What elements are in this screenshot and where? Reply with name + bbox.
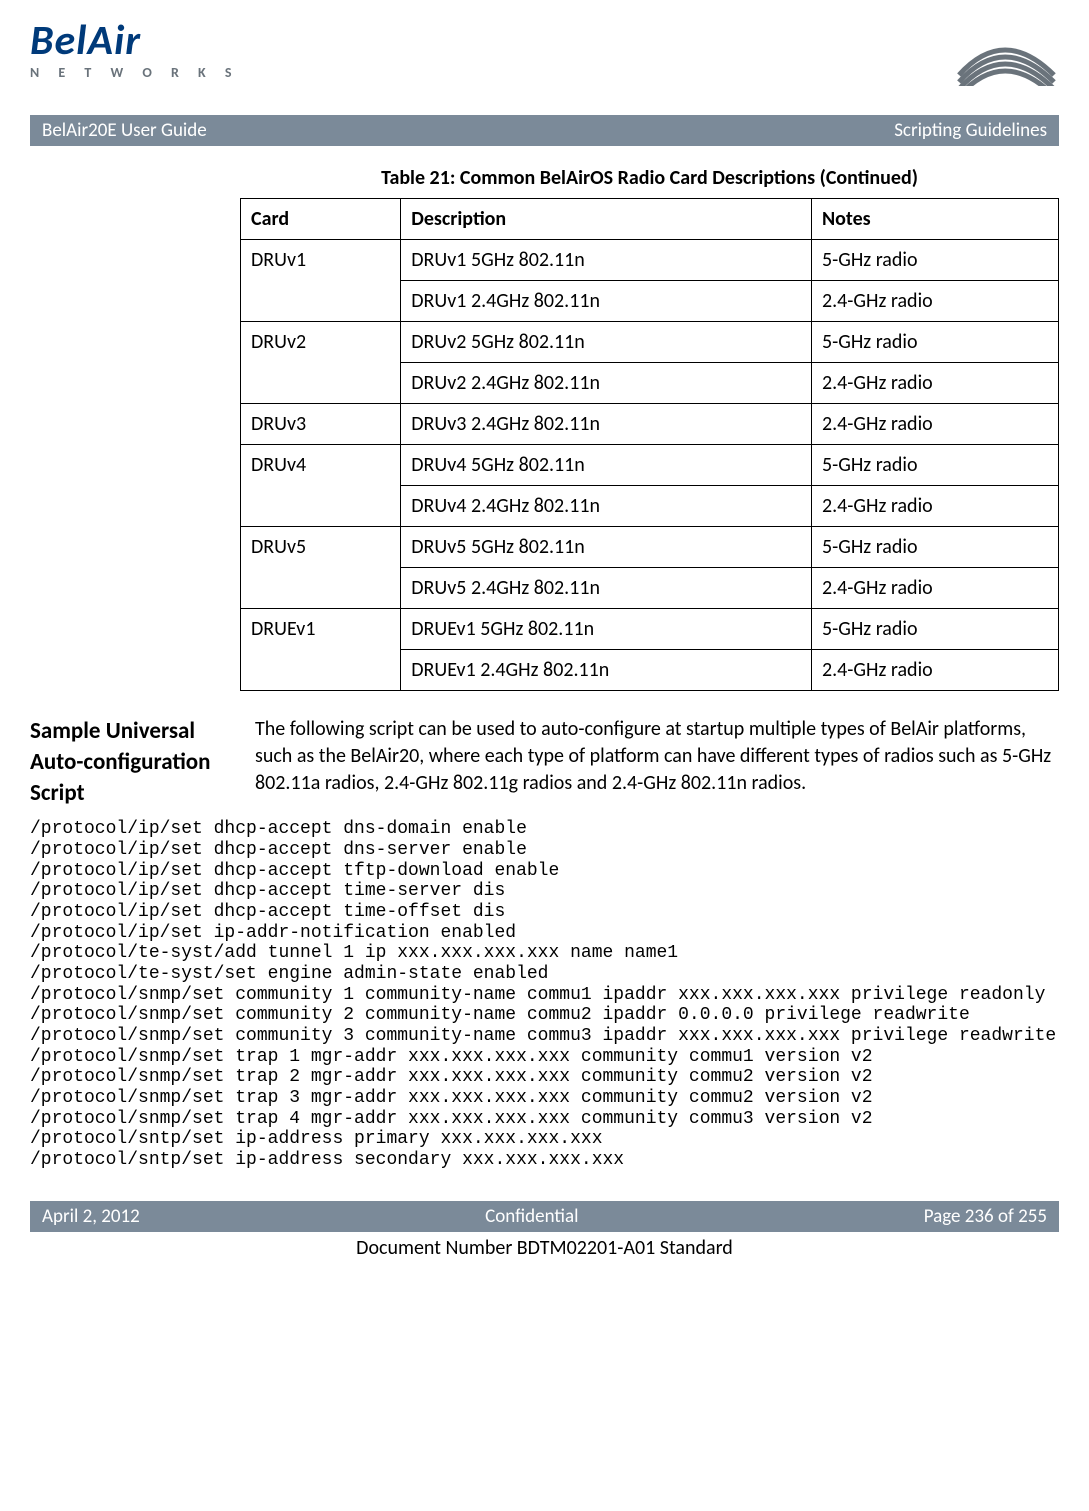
footer-date: April 2, 2012: [42, 1205, 140, 1228]
cell: DRUv3: [241, 404, 401, 445]
cell: DRUv5 5GHz 802.11n: [401, 527, 812, 568]
section-title: Scripting Guidelines: [894, 119, 1047, 142]
table-row: DRUv5 DRUv5 5GHz 802.11n 5-GHz radio: [241, 527, 1059, 568]
cell: 5-GHz radio: [811, 240, 1058, 281]
table-row: DRUEv1 DRUEv1 5GHz 802.11n 5-GHz radio: [241, 609, 1059, 650]
col-card: Card: [241, 199, 401, 240]
table-caption: Table 21: Common BelAirOS Radio Card Des…: [240, 166, 1059, 190]
table-row: DRUEv1 2.4GHz 802.11n 2.4-GHz radio: [241, 650, 1059, 691]
table-row: DRUv3 DRUv3 2.4GHz 802.11n 2.4-GHz radio: [241, 404, 1059, 445]
cell: [241, 486, 401, 527]
logo-text: BelAir: [30, 20, 239, 62]
cell: DRUv1 5GHz 802.11n: [401, 240, 812, 281]
cell: [241, 281, 401, 322]
cell: 2.4-GHz radio: [811, 568, 1058, 609]
header-bar: BelAir20E User Guide Scripting Guideline…: [30, 115, 1059, 146]
section-paragraph: The following script can be used to auto…: [255, 716, 1059, 809]
col-notes: Notes: [811, 199, 1058, 240]
table-row: DRUv4 DRUv4 5GHz 802.11n 5-GHz radio: [241, 445, 1059, 486]
document-number: Document Number BDTM02201-A01 Standard: [30, 1236, 1059, 1260]
page-header: BelAir N E T W O R K S: [30, 20, 1059, 100]
cell: DRUv3 2.4GHz 802.11n: [401, 404, 812, 445]
cell: DRUv4 5GHz 802.11n: [401, 445, 812, 486]
cell: [241, 363, 401, 404]
cell: DRUv1: [241, 240, 401, 281]
footer-page: Page 236 of 255: [924, 1205, 1047, 1228]
cell: DRUEv1 2.4GHz 802.11n: [401, 650, 812, 691]
cell: DRUEv1 5GHz 802.11n: [401, 609, 812, 650]
script-code-block: /protocol/ip/set dhcp-accept dns-domain …: [30, 819, 1059, 1171]
cell: DRUv2 2.4GHz 802.11n: [401, 363, 812, 404]
section-intro: Sample Universal Auto-configuration Scri…: [30, 716, 1059, 809]
table-row: DRUv1 2.4GHz 802.11n 2.4-GHz radio: [241, 281, 1059, 322]
cell: 2.4-GHz radio: [811, 486, 1058, 527]
table-row: DRUv5 2.4GHz 802.11n 2.4-GHz radio: [241, 568, 1059, 609]
ornament-icon: [949, 20, 1059, 100]
cell: DRUEv1: [241, 609, 401, 650]
cell: 2.4-GHz radio: [811, 404, 1058, 445]
footer-confidential: Confidential: [485, 1205, 578, 1228]
radio-card-table: Card Description Notes DRUv1 DRUv1 5GHz …: [240, 198, 1059, 691]
cell: 2.4-GHz radio: [811, 650, 1058, 691]
table-header-row: Card Description Notes: [241, 199, 1059, 240]
cell: DRUv5: [241, 527, 401, 568]
table-row: DRUv2 DRUv2 5GHz 802.11n 5-GHz radio: [241, 322, 1059, 363]
logo-belair: BelAir N E T W O R K S: [30, 20, 239, 81]
cell: 2.4-GHz radio: [811, 363, 1058, 404]
footer-bar: April 2, 2012 Confidential Page 236 of 2…: [30, 1201, 1059, 1232]
logo-subtext: N E T W O R K S: [30, 64, 239, 81]
cell: 2.4-GHz radio: [811, 281, 1058, 322]
cell: 5-GHz radio: [811, 445, 1058, 486]
cell: 5-GHz radio: [811, 609, 1058, 650]
table-section: Table 21: Common BelAirOS Radio Card Des…: [240, 166, 1059, 691]
guide-title: BelAir20E User Guide: [42, 119, 207, 142]
cell: DRUv1 2.4GHz 802.11n: [401, 281, 812, 322]
col-description: Description: [401, 199, 812, 240]
cell: [241, 568, 401, 609]
section-heading: Sample Universal Auto-configuration Scri…: [30, 716, 225, 809]
cell: 5-GHz radio: [811, 527, 1058, 568]
cell: DRUv2 5GHz 802.11n: [401, 322, 812, 363]
table-row: DRUv2 2.4GHz 802.11n 2.4-GHz radio: [241, 363, 1059, 404]
cell: 5-GHz radio: [811, 322, 1058, 363]
cell: DRUv4: [241, 445, 401, 486]
table-row: DRUv1 DRUv1 5GHz 802.11n 5-GHz radio: [241, 240, 1059, 281]
cell: [241, 650, 401, 691]
cell: DRUv4 2.4GHz 802.11n: [401, 486, 812, 527]
cell: DRUv2: [241, 322, 401, 363]
table-row: DRUv4 2.4GHz 802.11n 2.4-GHz radio: [241, 486, 1059, 527]
cell: DRUv5 2.4GHz 802.11n: [401, 568, 812, 609]
